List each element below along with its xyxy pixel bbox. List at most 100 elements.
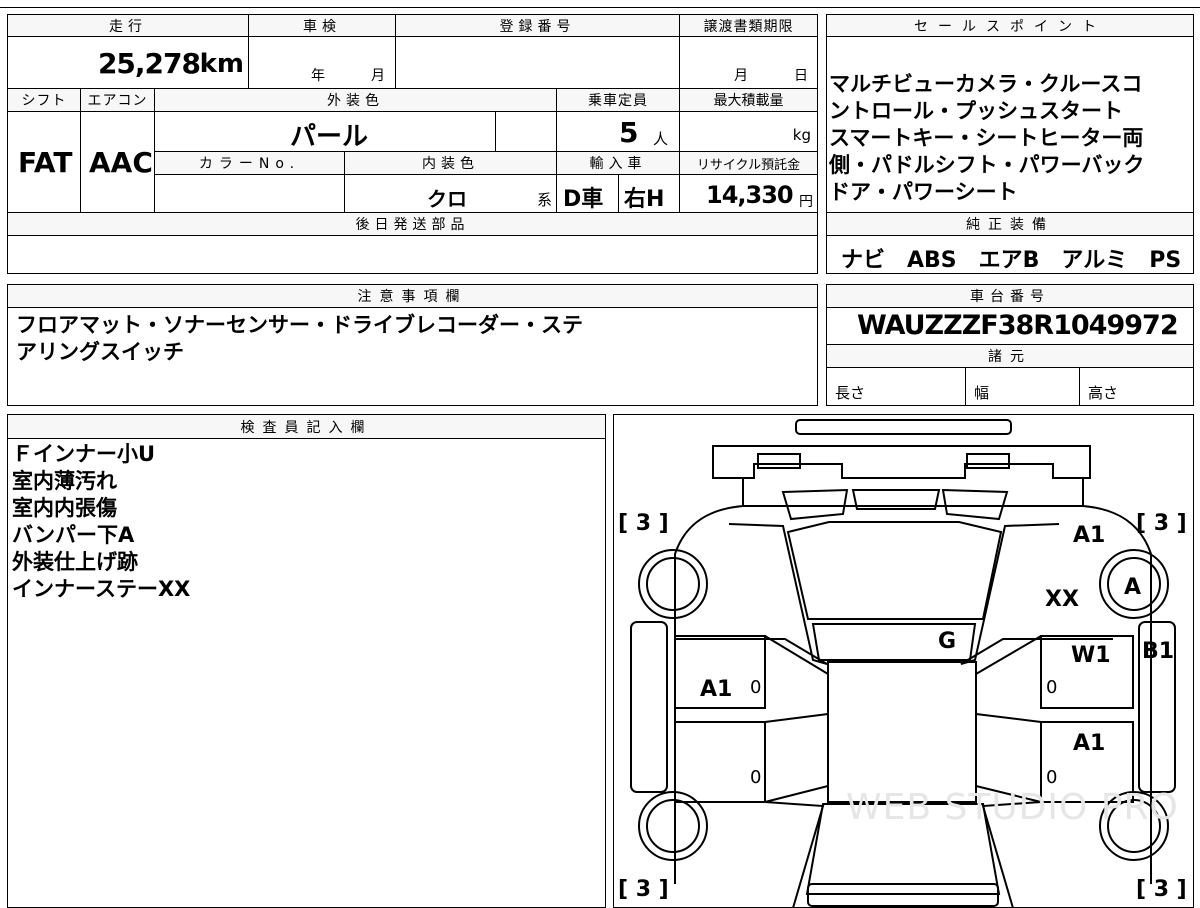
roof [827,661,977,803]
exterior-color-sub-cell [495,111,557,152]
aircon-value: AAC [89,146,153,179]
mileage-cell: 25,278 km [7,36,249,89]
interior-color-suffix: 系 [536,191,552,209]
capacity-unit: 人 [653,130,669,148]
transfer-day: 日 [794,68,808,84]
inspector-line: 室内薄汚れ [12,469,117,493]
tire-front-left-grade: [ 3 ] [618,511,669,536]
mark-right-front-door: W1 [1071,643,1111,668]
sales-points-text: マルチビューカメラ・クルースコ ントロール・プッシュスタート スマートキー・シー… [829,71,1144,206]
chassis-cell: WAUZZZF38R1049972 [826,307,1194,345]
inspector-line: インナーステーXX [12,577,191,601]
exterior-color-header: 外装色 [154,88,557,112]
sales-point-line: 側・パドルシフト・パワーバック [829,153,1145,177]
inspector-cell: Ｆインナー小U 室内薄汚れ 室内内張傷 バンパー下A 外装仕上げ跡 インナーステ… [7,438,606,908]
aircon-cell: AAC [80,111,155,213]
interior-color-cell: クロ 系 [344,174,557,213]
front-bumper [712,445,1091,479]
mark-front-right-inner: XX [1045,587,1079,612]
door-zero-right-rear: 0 [1046,767,1058,788]
door-zero-right-front: 0 [1046,677,1058,698]
height-label: 高さ [1088,384,1119,402]
import-cell: D車 [556,174,619,213]
recycle-header: リサイクル預託金 [679,151,818,175]
door-zero-left-rear: 0 [750,767,762,788]
import-header: 輸入車 [556,151,680,175]
capacity-value: 5 [619,116,639,149]
tire-rear-right-grade: [ 3 ] [1136,877,1187,902]
interior-color-header: 内装色 [344,151,557,175]
registration-cell [395,36,680,89]
max-load-unit: kg [792,126,811,144]
mark-front-right-fender: A1 [1073,523,1106,548]
color-no-cell [154,174,345,213]
car-diagram-panel: [ 3 ] [ 3 ] [ 3 ] [ 3 ] A1 XX A G W1 B1 … [613,414,1194,908]
exterior-color-cell: パール [154,111,496,152]
genuine-equipment-cell: ナビ ABS エアB アルミ PS PW [826,235,1200,274]
max-load-header: 最大積載量 [679,88,818,112]
inspection-month: 月 [371,68,385,84]
transfer-month: 月 [734,68,748,84]
chassis-header: 車台番号 [826,284,1194,308]
front-bumper-strip [795,419,1012,435]
length-label: 長さ [835,384,866,402]
notes-header: 注意事項欄 [7,284,818,308]
width-cell: 幅 [965,367,1080,406]
inspector-header: 検査員記入欄 [7,414,606,439]
chassis-number: WAUZZZF38R1049972 [857,310,1179,341]
door-left-rear [674,721,766,803]
mark-right-step: B1 [1142,639,1175,664]
hood-vents-left [781,488,849,521]
pillar-right [975,635,1042,803]
headlight-left [757,453,801,469]
sales-points-cell: マルチビューカメラ・クルースコ ントロール・プッシュスタート スマートキー・シー… [826,36,1194,213]
max-load-cell: kg [679,111,818,152]
shift-cell: FAT [7,111,81,213]
genuine-equipment-value: ナビ ABS エアB アルミ PS PW [841,248,1200,273]
height-cell: 高さ [1079,367,1194,406]
transfer-deadline-header: 譲渡書類期限 [679,14,818,37]
windshield [786,521,1003,620]
shift-value: FAT [18,146,73,179]
inspector-line: バンパー下A [12,523,135,547]
color-no-header: カラーNo. [154,151,345,175]
mileage-unit: km [199,49,244,79]
inspection-year: 年 [311,68,325,84]
exterior-color-value: パール [290,122,369,152]
door-zero-left-front: 0 [750,677,762,698]
specs-header: 諸元 [826,344,1194,368]
inspection-header: 車検 [248,14,396,37]
genuine-equipment-header: 純正装備 [826,212,1194,236]
shift-header: シフト [7,88,81,112]
notes-line: アリングスイッチ [16,340,184,364]
width-label: 幅 [974,384,990,402]
interior-color-value: クロ [427,187,467,211]
sales-point-line: ドア・パワーシート [829,180,1018,204]
inspector-text: Ｆインナー小U 室内薄汚れ 室内内張傷 バンパー下A 外装仕上げ跡 インナーステ… [12,441,190,603]
later-parts-cell [7,235,818,274]
capacity-header: 乗車定員 [556,88,680,112]
watermark: WEB STUDIO PRO [846,787,1179,828]
inspection-cell: 年 月 [248,36,396,89]
mark-front-right-wheel: A [1124,575,1142,600]
tire-rear-left-grade: [ 3 ] [618,877,669,902]
recycle-unit: 円 [799,194,813,210]
notes-text: フロアマット・ソナーセンサー・ドライブレコーダー・ステ アリングスイッチ [16,312,583,366]
mileage-header: 走行 [7,14,249,37]
mark-roof: G [938,629,957,654]
inspector-line: 外装仕上げ跡 [12,550,138,574]
steering-value: 右H [624,187,665,212]
mark-left-front-door: A1 [700,677,733,702]
recycle-cell: 14,330 円 [679,174,818,213]
wheel-rear-left-inner [646,799,700,853]
sales-point-line: ントロール・プッシュスタート [829,99,1123,123]
length-cell: 長さ [826,367,966,406]
recycle-value: 14,330 [706,181,794,209]
sales-points-header: セールスポイント [826,14,1194,37]
top-cropped-strip [0,0,1200,8]
mileage-value: 25,278 [97,47,201,80]
wheel-rear-left [638,791,708,861]
wheel-front-left [638,549,708,619]
notes-line: フロアマット・ソナーセンサー・ドライブレコーダー・ステ [16,313,583,337]
transfer-deadline-cell: 月 日 [679,36,818,89]
